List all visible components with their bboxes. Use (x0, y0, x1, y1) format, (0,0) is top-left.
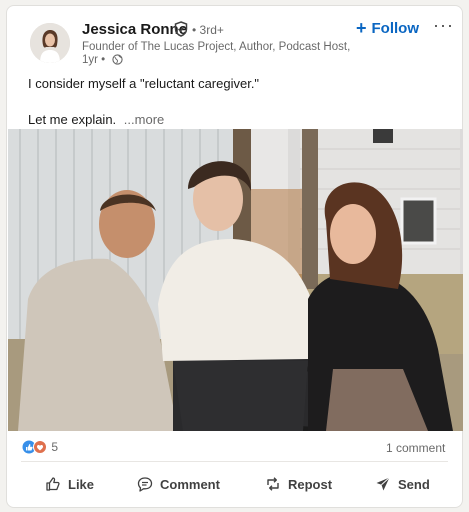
follow-button[interactable]: + Follow (356, 18, 419, 39)
follow-label: Follow (371, 20, 420, 37)
author-avatar[interactable] (30, 23, 70, 63)
send-icon (376, 477, 390, 491)
send-button[interactable]: Send (375, 476, 430, 492)
verified-shield-icon (174, 21, 188, 37)
repost-icon (267, 477, 279, 491)
like-label: Like (68, 477, 95, 492)
globe-icon (112, 54, 124, 65)
post-time: 1yr • (82, 54, 106, 66)
comment-icon (137, 477, 153, 492)
post-text-line-2: Let me explain. ...more (28, 112, 164, 127)
post-text-line-1: I consider myself a "reluctant caregiver… (28, 76, 260, 91)
more-options-button[interactable]: ··· (433, 15, 454, 36)
repost-label: Repost (288, 477, 333, 492)
plus-icon: + (356, 18, 367, 38)
connection-degree: • 3rd+ (192, 23, 224, 37)
see-more-link[interactable]: ...more (124, 112, 164, 127)
actions-divider (21, 461, 448, 462)
author-headline: Founder of The Lucas Project, Author, Po… (82, 41, 352, 53)
repost-button[interactable]: Repost (265, 476, 332, 492)
reactions-count: 5 (51, 440, 59, 454)
post-text-line-2-content: Let me explain. (28, 112, 117, 127)
post-meta: 1yr • (82, 54, 124, 66)
send-label: Send (398, 477, 430, 492)
comments-count[interactable]: 1 comment (386, 441, 445, 455)
post-image[interactable] (8, 129, 463, 431)
like-love-reaction-icons (22, 440, 47, 454)
reactions-summary[interactable]: 5 (22, 440, 58, 454)
comment-label: Comment (160, 477, 220, 492)
comment-button[interactable]: Comment (137, 476, 220, 492)
author-name[interactable]: Jessica Ronne (82, 21, 187, 38)
like-icon (46, 477, 60, 491)
like-button[interactable]: Like (45, 476, 94, 492)
